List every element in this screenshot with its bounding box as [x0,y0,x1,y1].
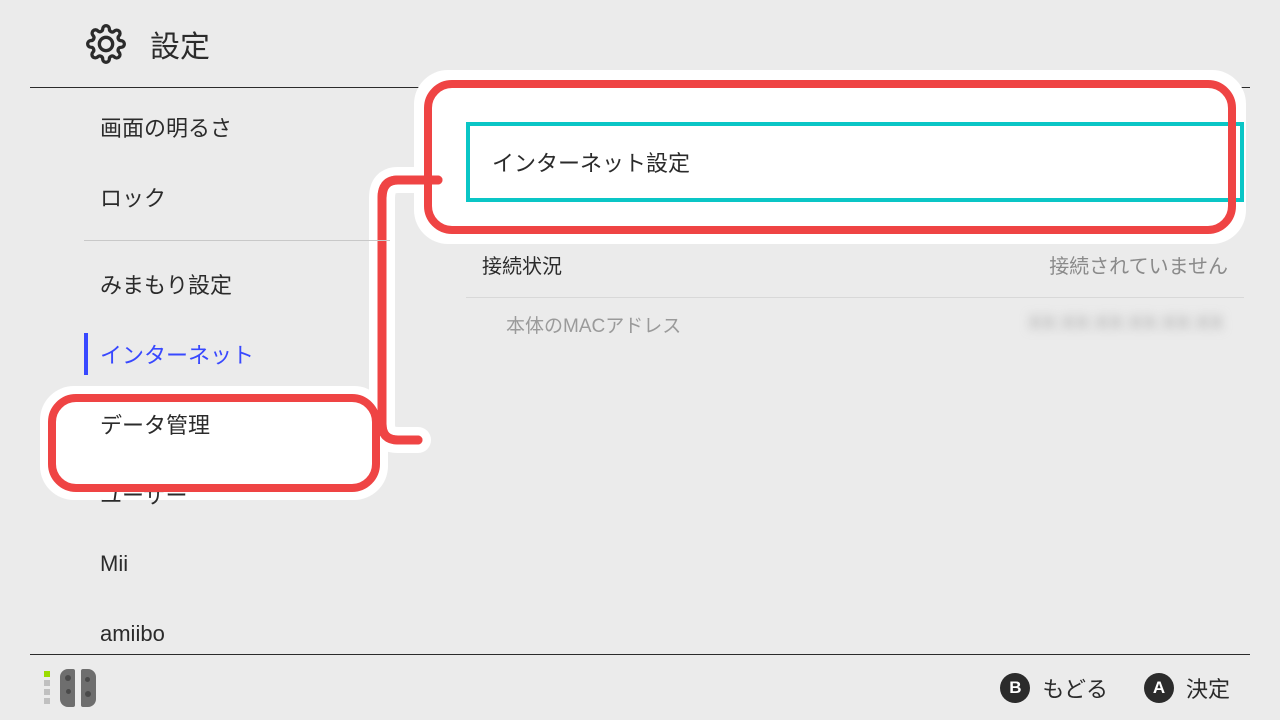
sidebar-item-label: みまもり設定 [100,268,232,300]
sidebar-item-brightness[interactable]: 画面の明るさ [54,92,420,162]
sidebar-item-parental[interactable]: みまもり設定 [54,249,420,319]
mac-address-row: 本体のMACアドレス XX:XX:XX:XX:XX:XX [500,298,1230,350]
connection-status-row[interactable]: 接続状況 接続されていません [466,232,1244,298]
sidebar-divider [84,240,390,241]
mac-address-label: 本体のMACアドレス [506,311,681,338]
a-button-icon: A [1144,673,1174,703]
gear-icon [86,24,126,64]
sidebar-item-mii[interactable]: Mii [54,529,420,599]
joycon-left-icon [60,669,75,707]
joycon-right-icon [81,669,96,707]
sidebar-item-label: データ管理 [100,408,210,440]
internet-settings-label: インターネット設定 [492,146,690,178]
sidebar-item-label: ロック [100,181,166,213]
sidebar-item-label: 画面の明るさ [100,111,232,143]
sidebar-item-label: amiibo [100,621,165,647]
controller-indicator [44,669,96,707]
sidebar-item-label: インターネット [100,338,254,370]
sidebar-item-amiibo[interactable]: amiibo [54,599,420,669]
page-title: 設定 [150,22,210,66]
sidebar-item-lock[interactable]: ロック [54,162,420,232]
sidebar-item-label: Mii [100,551,128,577]
ok-button[interactable]: A 決定 [1144,672,1230,704]
player-dots-icon [44,671,50,704]
ok-label: 決定 [1186,672,1230,704]
back-button[interactable]: B もどる [1000,672,1108,704]
connection-status-label: 接続状況 [482,250,562,279]
content-pane: インターネット設定 接続状況 接続されていません 本体のMACアドレス XX:X… [420,88,1280,654]
internet-settings-row[interactable]: インターネット設定 [466,122,1244,202]
sidebar-item-data[interactable]: データ管理 [54,389,420,459]
connection-status-value: 接続されていません [1049,250,1228,279]
sidebar-item-internet[interactable]: インターネット [54,319,420,389]
sidebar-item-user[interactable]: ユーザー [54,459,420,529]
back-label: もどる [1042,672,1108,704]
sidebar-item-label: ユーザー [100,478,188,510]
b-button-icon: B [1000,673,1030,703]
mac-address-value: XX:XX:XX:XX:XX:XX [1029,313,1224,335]
sidebar: 画面の明るさ ロック みまもり設定 インターネット データ管理 ユーザー Mii… [0,88,420,654]
